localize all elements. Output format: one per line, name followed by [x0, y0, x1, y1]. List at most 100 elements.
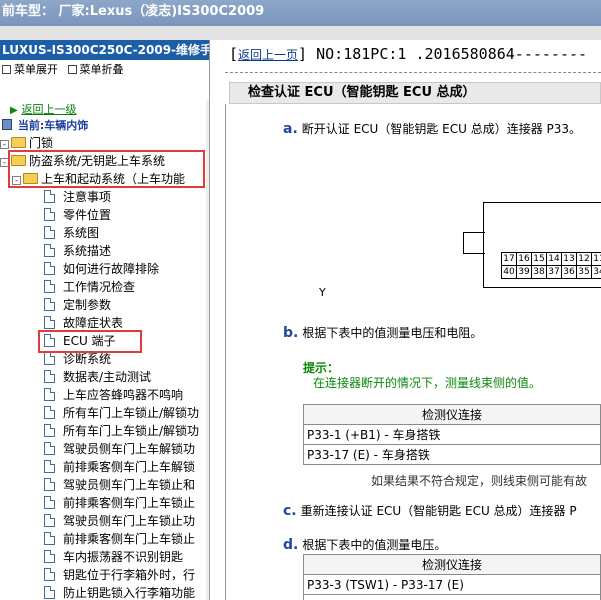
tree-item-system-description[interactable]: 系统描述: [44, 242, 111, 260]
document-icon: [44, 496, 55, 509]
document-icon: [44, 244, 55, 257]
tree-item-label: 所有车门上车锁止/解锁功: [63, 406, 200, 420]
tree-item[interactable]: 驾驶员侧车门上车解锁功: [44, 440, 195, 458]
content-pane: [返回上一页] NO:181PC:1 .2016580864-------- 检…: [211, 40, 601, 600]
tree-item-operation-check[interactable]: 工作情况检查: [44, 278, 135, 296]
step-a: a. 断开认证 ECU（智能钥匙 ECU 总成）连接器 P33。: [283, 120, 581, 137]
step-d: d. 根据下表中的值测量电压。: [283, 536, 446, 553]
tree-item[interactable]: 前排乘客侧车门上车锁止: [44, 530, 195, 548]
table-cell: [303, 594, 601, 600]
tree-item-label: 所有车门上车锁止/解锁功: [63, 424, 200, 438]
connector-color-label: Y: [319, 286, 326, 299]
doc-number: NO:181PC:1 .2016580864--------: [316, 45, 588, 63]
step-c: c. 重新连接认证 ECU（智能钥匙 ECU 总成）连接器 P: [283, 502, 577, 519]
manual-title: LUXUS-IS300C250C-2009-维修手册: [0, 40, 209, 60]
document-icon: [44, 280, 55, 293]
tree-item-system-diagram[interactable]: 系统图: [44, 224, 99, 242]
tree-item[interactable]: 钥匙位于行李箱外时，行: [44, 566, 195, 584]
window-title-bar: 前车型： 厂家:Lexus（凌志)IS300C2009: [0, 0, 601, 26]
pin: 39: [516, 265, 532, 279]
document-icon: [44, 316, 55, 329]
document-icon: [44, 550, 55, 563]
window-title: 前车型： 厂家:Lexus（凌志)IS300C2009: [2, 4, 265, 19]
tree-item-precautions[interactable]: 注意事项: [44, 188, 111, 206]
menu-expand-button[interactable]: 菜单展开: [2, 63, 58, 76]
highlight-box-ecu-terminals: [38, 330, 142, 353]
tree-item-label: 驾驶员侧车门上车解锁功: [63, 442, 196, 456]
content-left-rule: [225, 104, 226, 600]
tree-item-parts-location[interactable]: 零件位置: [44, 206, 111, 224]
document-icon: [44, 568, 55, 581]
divider: [225, 72, 601, 73]
document-icon: [44, 388, 55, 401]
left-scrollbar[interactable]: [206, 100, 209, 600]
section-title: 检查认证 ECU（智能钥匙 ECU 总成）: [229, 82, 601, 104]
tree-item-label: 零件位置: [63, 208, 112, 222]
document-icon: [44, 424, 55, 437]
book-icon: [2, 119, 12, 130]
measure-table-1: 检测仪连接 P33-1 (+B1) - 车身搭铁 P33-17 (E) - 车身…: [303, 404, 601, 465]
document-icon: [44, 406, 55, 419]
tree-item-label: 车内振荡器不识别钥匙: [63, 550, 184, 564]
step-letter: d.: [283, 537, 299, 553]
step-text: 重新连接认证 ECU（智能钥匙 ECU 总成）连接器 P: [300, 504, 577, 518]
tree-item-label: 故障症状表: [63, 316, 124, 330]
left-nav-pane: LUXUS-IS300C250C-2009-维修手册 菜单展开 菜单折叠 ▶ 返…: [0, 40, 210, 600]
measure-table-2: 检测仪连接 P33-3 (TSW1) - P33-17 (E): [303, 554, 601, 600]
pin-row-2: 40393837363534: [501, 263, 601, 279]
step-text: 断开认证 ECU（智能钥匙 ECU 总成）连接器 P33。: [301, 122, 582, 136]
tree-item[interactable]: 上车应答蜂鸣器不鸣响: [44, 386, 183, 404]
bracket-close: ]: [298, 45, 308, 63]
tree-item-data-list[interactable]: 数据表/主动测试: [44, 368, 151, 386]
tree-item[interactable]: 前排乘客侧车门上车锁止: [44, 494, 195, 512]
current-location: 当前:车辆内饰: [2, 116, 88, 134]
pin: 40: [501, 265, 517, 279]
expand-toggle-icon[interactable]: -: [0, 140, 9, 149]
tree-item-label: 数据表/主动测试: [63, 370, 152, 384]
expand-icon: [2, 65, 11, 74]
connector-pins: 17161514131211 40393837363534: [501, 250, 601, 279]
tree-item[interactable]: 防止钥匙锁入行李箱功能: [44, 584, 195, 600]
tree-item-label: 门锁: [29, 136, 54, 150]
tree-item-label: 定制参数: [63, 298, 112, 312]
nav-tree: ▶ 返回上一级 当前:车辆内饰 - 门锁 - 防盗系统/无钥匙上车系统 - 上车和起动…: [0, 100, 209, 600]
tree-item[interactable]: 所有车门上车锁止/解锁功: [44, 422, 199, 440]
tree-item-label: 工作情况检查: [63, 280, 136, 294]
tree-item[interactable]: 驾驶员侧车门上车锁止和: [44, 476, 195, 494]
tree-item[interactable]: 驾驶员侧车门上车锁止功: [44, 512, 195, 530]
back-page-link[interactable]: 返回上一页: [238, 48, 298, 62]
document-icon: [44, 190, 55, 203]
tree-item[interactable]: 车内振荡器不识别钥匙: [44, 548, 183, 566]
document-icon: [44, 370, 55, 383]
document-icon: [44, 442, 55, 455]
bracket-open: [: [229, 45, 239, 63]
back-arrow-icon: ▶: [10, 105, 18, 116]
step-letter: a.: [283, 121, 298, 137]
pin: 37: [546, 265, 562, 279]
tree-item-troubleshooting[interactable]: 如何进行故障排除: [44, 260, 159, 278]
toolbar-gap: [0, 26, 601, 40]
tree-item-label: 驾驶员侧车门上车锁止和: [63, 478, 196, 492]
document-icon: [44, 208, 55, 221]
back-link[interactable]: 返回上一级: [22, 103, 77, 116]
tree-item-label: 前排乘客侧车门上车锁止: [63, 532, 196, 546]
pin: 34: [591, 265, 601, 279]
tree-item-label: 系统图: [63, 226, 100, 240]
tree-item-customize[interactable]: 定制参数: [44, 296, 111, 314]
connector-diagram: 17161514131211 40393837363534: [463, 202, 601, 288]
tree-item[interactable]: 前排乘客侧车门上车解锁: [44, 458, 195, 476]
document-icon: [44, 226, 55, 239]
document-icon: [44, 298, 55, 311]
pin: 38: [531, 265, 547, 279]
document-icon: [44, 460, 55, 473]
highlight-box-folders: [8, 150, 205, 188]
connector-latch: [463, 232, 485, 254]
step-text: 根据下表中的值测量电压。: [302, 538, 447, 552]
tree-item[interactable]: 所有车门上车锁止/解锁功: [44, 404, 199, 422]
menu-collapse-button[interactable]: 菜单折叠: [67, 63, 124, 76]
document-icon: [44, 586, 55, 599]
pin-row-1: 17161514131211: [501, 250, 601, 266]
tree-item-label: 系统描述: [63, 244, 112, 258]
tree-item-label: 前排乘客侧车门上车锁止: [63, 496, 196, 510]
collapse-icon: [67, 65, 77, 74]
